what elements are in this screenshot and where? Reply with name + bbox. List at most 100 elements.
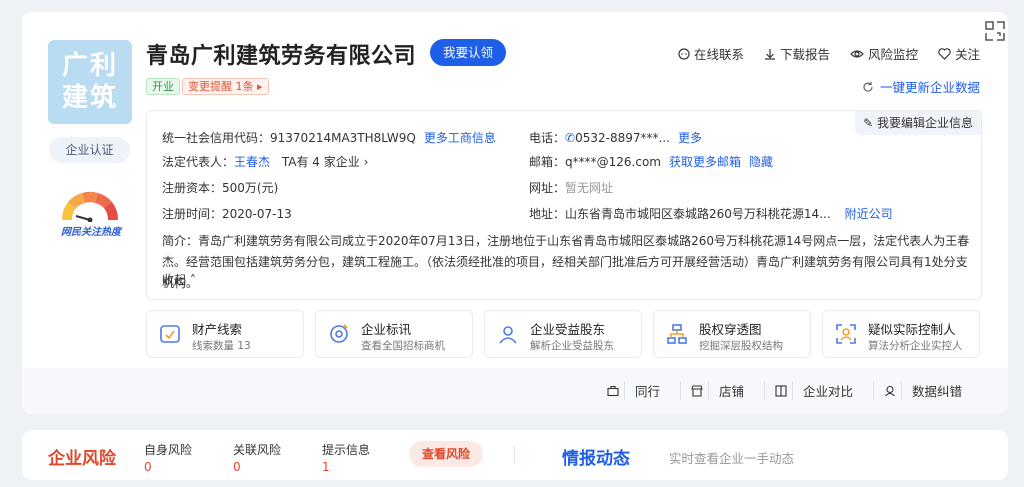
website-value: 暂无网址 (565, 181, 614, 195)
self-risk-label: 自身风险 (144, 443, 193, 457)
phone-value: 0532-8897***... (575, 131, 670, 145)
monitor-label: 风险监控 (867, 47, 918, 62)
credit-code-value: 91370214MA3TH8LW9Q (270, 131, 416, 145)
eye-icon (850, 49, 864, 58)
capital-value: 500万(元) (222, 181, 279, 195)
chat-icon (678, 47, 690, 60)
more-business-info-link[interactable]: 更多工商信息 (424, 131, 496, 145)
address-value: 山东省青岛市城阳区泰城路260号万科桃花源14... (565, 207, 831, 221)
company-header-card: 广利 建筑 企业认证 网民关注热度 青岛广利建筑劳务有限公司 我要认领 开业 变… (22, 12, 1008, 414)
download-label: 下载报告 (779, 47, 830, 62)
capital-row: 注册资本：500万(元) (162, 179, 278, 196)
card-footer: 同行 店铺 企业对比 数据纠错 (22, 368, 1008, 414)
target-icon (330, 324, 348, 343)
feature-title: 企业受益股东 (530, 322, 606, 337)
divider (514, 446, 515, 464)
store-button[interactable]: 店铺 (679, 381, 764, 400)
self-risk[interactable]: 自身风险 0 (144, 441, 192, 474)
asset-clue-icon (160, 325, 180, 343)
feature-title: 疑似实际控制人 (868, 322, 956, 337)
hint-info-value: 1 (322, 460, 330, 474)
store-icon (691, 384, 703, 397)
chevron-up-icon: ˄ (189, 273, 196, 287)
contact-button[interactable]: 在线联系 (678, 44, 744, 63)
legal-rep-label: 法定代表人： (162, 155, 235, 169)
feature-subtitle: 挖掘深层股权结构 (699, 340, 783, 352)
feature-subtitle: 算法分析企业实控人 (868, 340, 963, 352)
claim-button[interactable]: 我要认领 (430, 39, 507, 66)
legal-companies-link[interactable]: TA有 4 家企业 › (282, 155, 369, 169)
intel-title[interactable]: 情报动态 (562, 444, 630, 469)
edit-info-button[interactable]: ✎ 我要编辑企业信息 (855, 111, 981, 135)
feature-title: 股权穿透图 (699, 322, 762, 337)
update-data-button[interactable]: 一键更新企业数据 (862, 77, 980, 96)
refresh-icon (863, 81, 873, 92)
address-label: 地址： (529, 207, 566, 221)
status-badge: 开业 (146, 78, 180, 95)
feature-subtitle: 查看全国招标商机 (361, 340, 445, 352)
related-risk-value: 0 (233, 460, 241, 474)
risk-monitor-button[interactable]: 风险监控 (850, 44, 918, 63)
peer-button[interactable]: 同行 (597, 381, 680, 400)
hint-info[interactable]: 提示信息 1 (322, 441, 370, 474)
phone-label: 电话： (529, 131, 566, 145)
chevron-right-icon: › (363, 155, 369, 169)
update-label: 一键更新企业数据 (879, 80, 980, 95)
compare-icon (775, 384, 787, 397)
feature-title: 企业标讯 (361, 322, 412, 337)
reg-time-value: 2020-07-13 (222, 207, 292, 221)
user-icon (499, 326, 517, 344)
credit-code-row: 统一社会信用代码：91370214MA3TH8LW9Q 更多工商信息 (162, 129, 496, 146)
nearby-company-link[interactable]: 附近公司 (845, 207, 893, 221)
feature-subtitle: 解析企业受益股东 (530, 340, 614, 352)
view-risk-button[interactable]: 查看风险 (409, 441, 484, 467)
download-icon (764, 48, 775, 60)
more-email-link[interactable]: 获取更多邮箱 (669, 155, 741, 169)
download-report-button[interactable]: 下载报告 (764, 44, 830, 63)
intel-subtitle: 实时查看企业一手动态 (669, 451, 795, 466)
heart-icon (938, 47, 951, 60)
legal-companies-label: TA有 4 家企业 (281, 155, 360, 169)
risk-bar: 企业风险 自身风险 0 关联风险 0 提示信息 1 查看风险 情报动态 实时查看… (22, 430, 1008, 480)
business-info-panel: ✎ 我要编辑企业信息 统一社会信用代码：91370214MA3TH8LW9Q 更多… (146, 110, 982, 300)
feature-bid-info[interactable]: 企业标讯 查看全国招标商机 (315, 310, 473, 358)
reg-time-row: 注册时间：2020-07-13 (162, 205, 292, 222)
related-risk-label: 关联风险 (233, 443, 282, 457)
email-row: 邮箱：q****@126.com 获取更多邮箱 隐藏 (529, 153, 773, 170)
follow-button[interactable]: 关注 (938, 44, 980, 63)
briefcase-icon (607, 385, 619, 396)
correction-label: 数据纠错 (900, 381, 972, 400)
risk-title: 企业风险 (48, 449, 116, 469)
website-row: 网址：暂无网址 (529, 179, 613, 196)
qr-code-icon[interactable] (984, 20, 1006, 42)
feature-equity-chart[interactable]: 股权穿透图 挖掘深层股权结构 (653, 310, 811, 358)
phone-icon: ✆ (565, 131, 576, 145)
credit-code-label: 统一社会信用代码： (162, 131, 271, 145)
data-correction-button[interactable]: 数据纠错 (872, 381, 982, 400)
logo-text-line1: 广利 (61, 51, 118, 81)
certify-button[interactable]: 企业认证 (49, 137, 130, 163)
heat-label: 网民关注热度 (61, 227, 121, 238)
collapse-button[interactable]: 收起 ˄ (162, 271, 196, 288)
related-risk[interactable]: 关联风险 0 (233, 441, 281, 474)
compare-label: 企业对比 (791, 381, 863, 400)
org-chart-icon (667, 324, 687, 344)
feedback-icon (885, 385, 895, 396)
feature-subtitle: 线索数量 13 (192, 340, 251, 352)
compare-button[interactable]: 企业对比 (763, 381, 873, 400)
follow-label: 关注 (954, 47, 980, 62)
feature-asset-clues[interactable]: 财产线索 线索数量 13 (146, 310, 304, 358)
company-intro: 简介：青岛广利建筑劳务有限公司成立于2020年07月13日，注册地位于山东省青岛… (162, 234, 970, 290)
website-label: 网址： (529, 181, 566, 195)
feature-beneficiary[interactable]: 企业受益股东 解析企业受益股东 (484, 310, 642, 358)
email-value: q****@126.com (565, 155, 661, 169)
change-reminder-badge[interactable]: 变更提醒 1条 ▸ (182, 78, 269, 95)
bottom-actions: 同行 店铺 企业对比 数据纠错 (597, 381, 982, 400)
phone-more-link[interactable]: 更多 (678, 131, 702, 145)
feature-controller[interactable]: 疑似实际控制人 算法分析企业实控人 (822, 310, 980, 358)
logo-text-line2: 建筑 (61, 83, 118, 113)
legal-rep-link[interactable]: 王春杰 (234, 155, 270, 169)
hide-email-link[interactable]: 隐藏 (749, 155, 773, 169)
edit-info-label: 我要编辑企业信息 (876, 116, 973, 130)
capital-label: 注册资本： (162, 181, 223, 195)
